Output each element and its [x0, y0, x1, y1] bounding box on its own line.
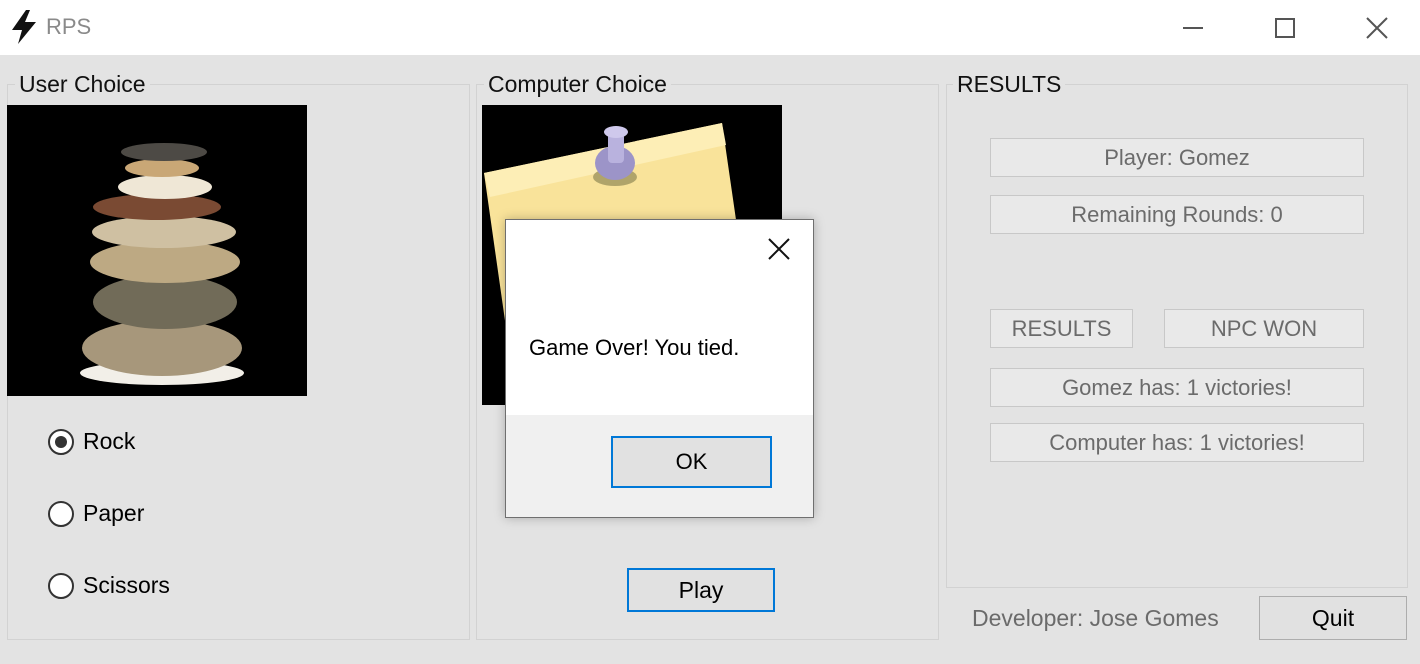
scissors-radio-label: Scissors [83, 572, 170, 598]
radio-indicator [48, 573, 74, 599]
ok-button[interactable]: OK [611, 436, 772, 488]
dialog-close-icon[interactable] [764, 234, 794, 264]
close-icon [1366, 16, 1388, 39]
minimize-button[interactable] [1147, 0, 1239, 55]
player-name-display: Player: Gomez [990, 138, 1364, 177]
remaining-rounds-display: Remaining Rounds: 0 [990, 195, 1364, 234]
title-bar: RPS [0, 0, 1420, 55]
dialog-footer: OK [506, 415, 813, 517]
stacked-stones-image [80, 143, 244, 385]
computer-choice-label: Computer Choice [484, 71, 671, 98]
window-title: RPS [46, 14, 92, 39]
player-victories-display: Gomez has: 1 victories! [990, 368, 1364, 407]
radio-selected-indicator [48, 429, 74, 455]
developer-credit: Developer: Jose Gomes [972, 605, 1219, 631]
minimize-icon [1183, 26, 1203, 29]
dialog-message: Game Over! You tied. [529, 335, 740, 360]
outcome-display: NPC WON [1164, 309, 1364, 348]
quit-button[interactable]: Quit [1259, 596, 1407, 640]
computer-victories-display: Computer has: 1 victories! [990, 423, 1364, 462]
play-button[interactable]: Play [627, 568, 775, 612]
results-button[interactable]: RESULTS [990, 309, 1133, 348]
radio-indicator [48, 501, 74, 527]
maximize-icon [1275, 17, 1295, 38]
game-over-dialog: Game Over! You tied. OK [505, 219, 814, 518]
rock-image [7, 105, 307, 396]
rock-radio-label: Rock [83, 428, 136, 454]
results-label: RESULTS [953, 71, 1066, 98]
maximize-button[interactable] [1239, 0, 1331, 55]
user-choice-label: User Choice [15, 71, 150, 98]
paper-radio-label: Paper [83, 500, 145, 526]
lightning-bolt-icon [12, 10, 36, 44]
close-button[interactable] [1331, 0, 1420, 55]
